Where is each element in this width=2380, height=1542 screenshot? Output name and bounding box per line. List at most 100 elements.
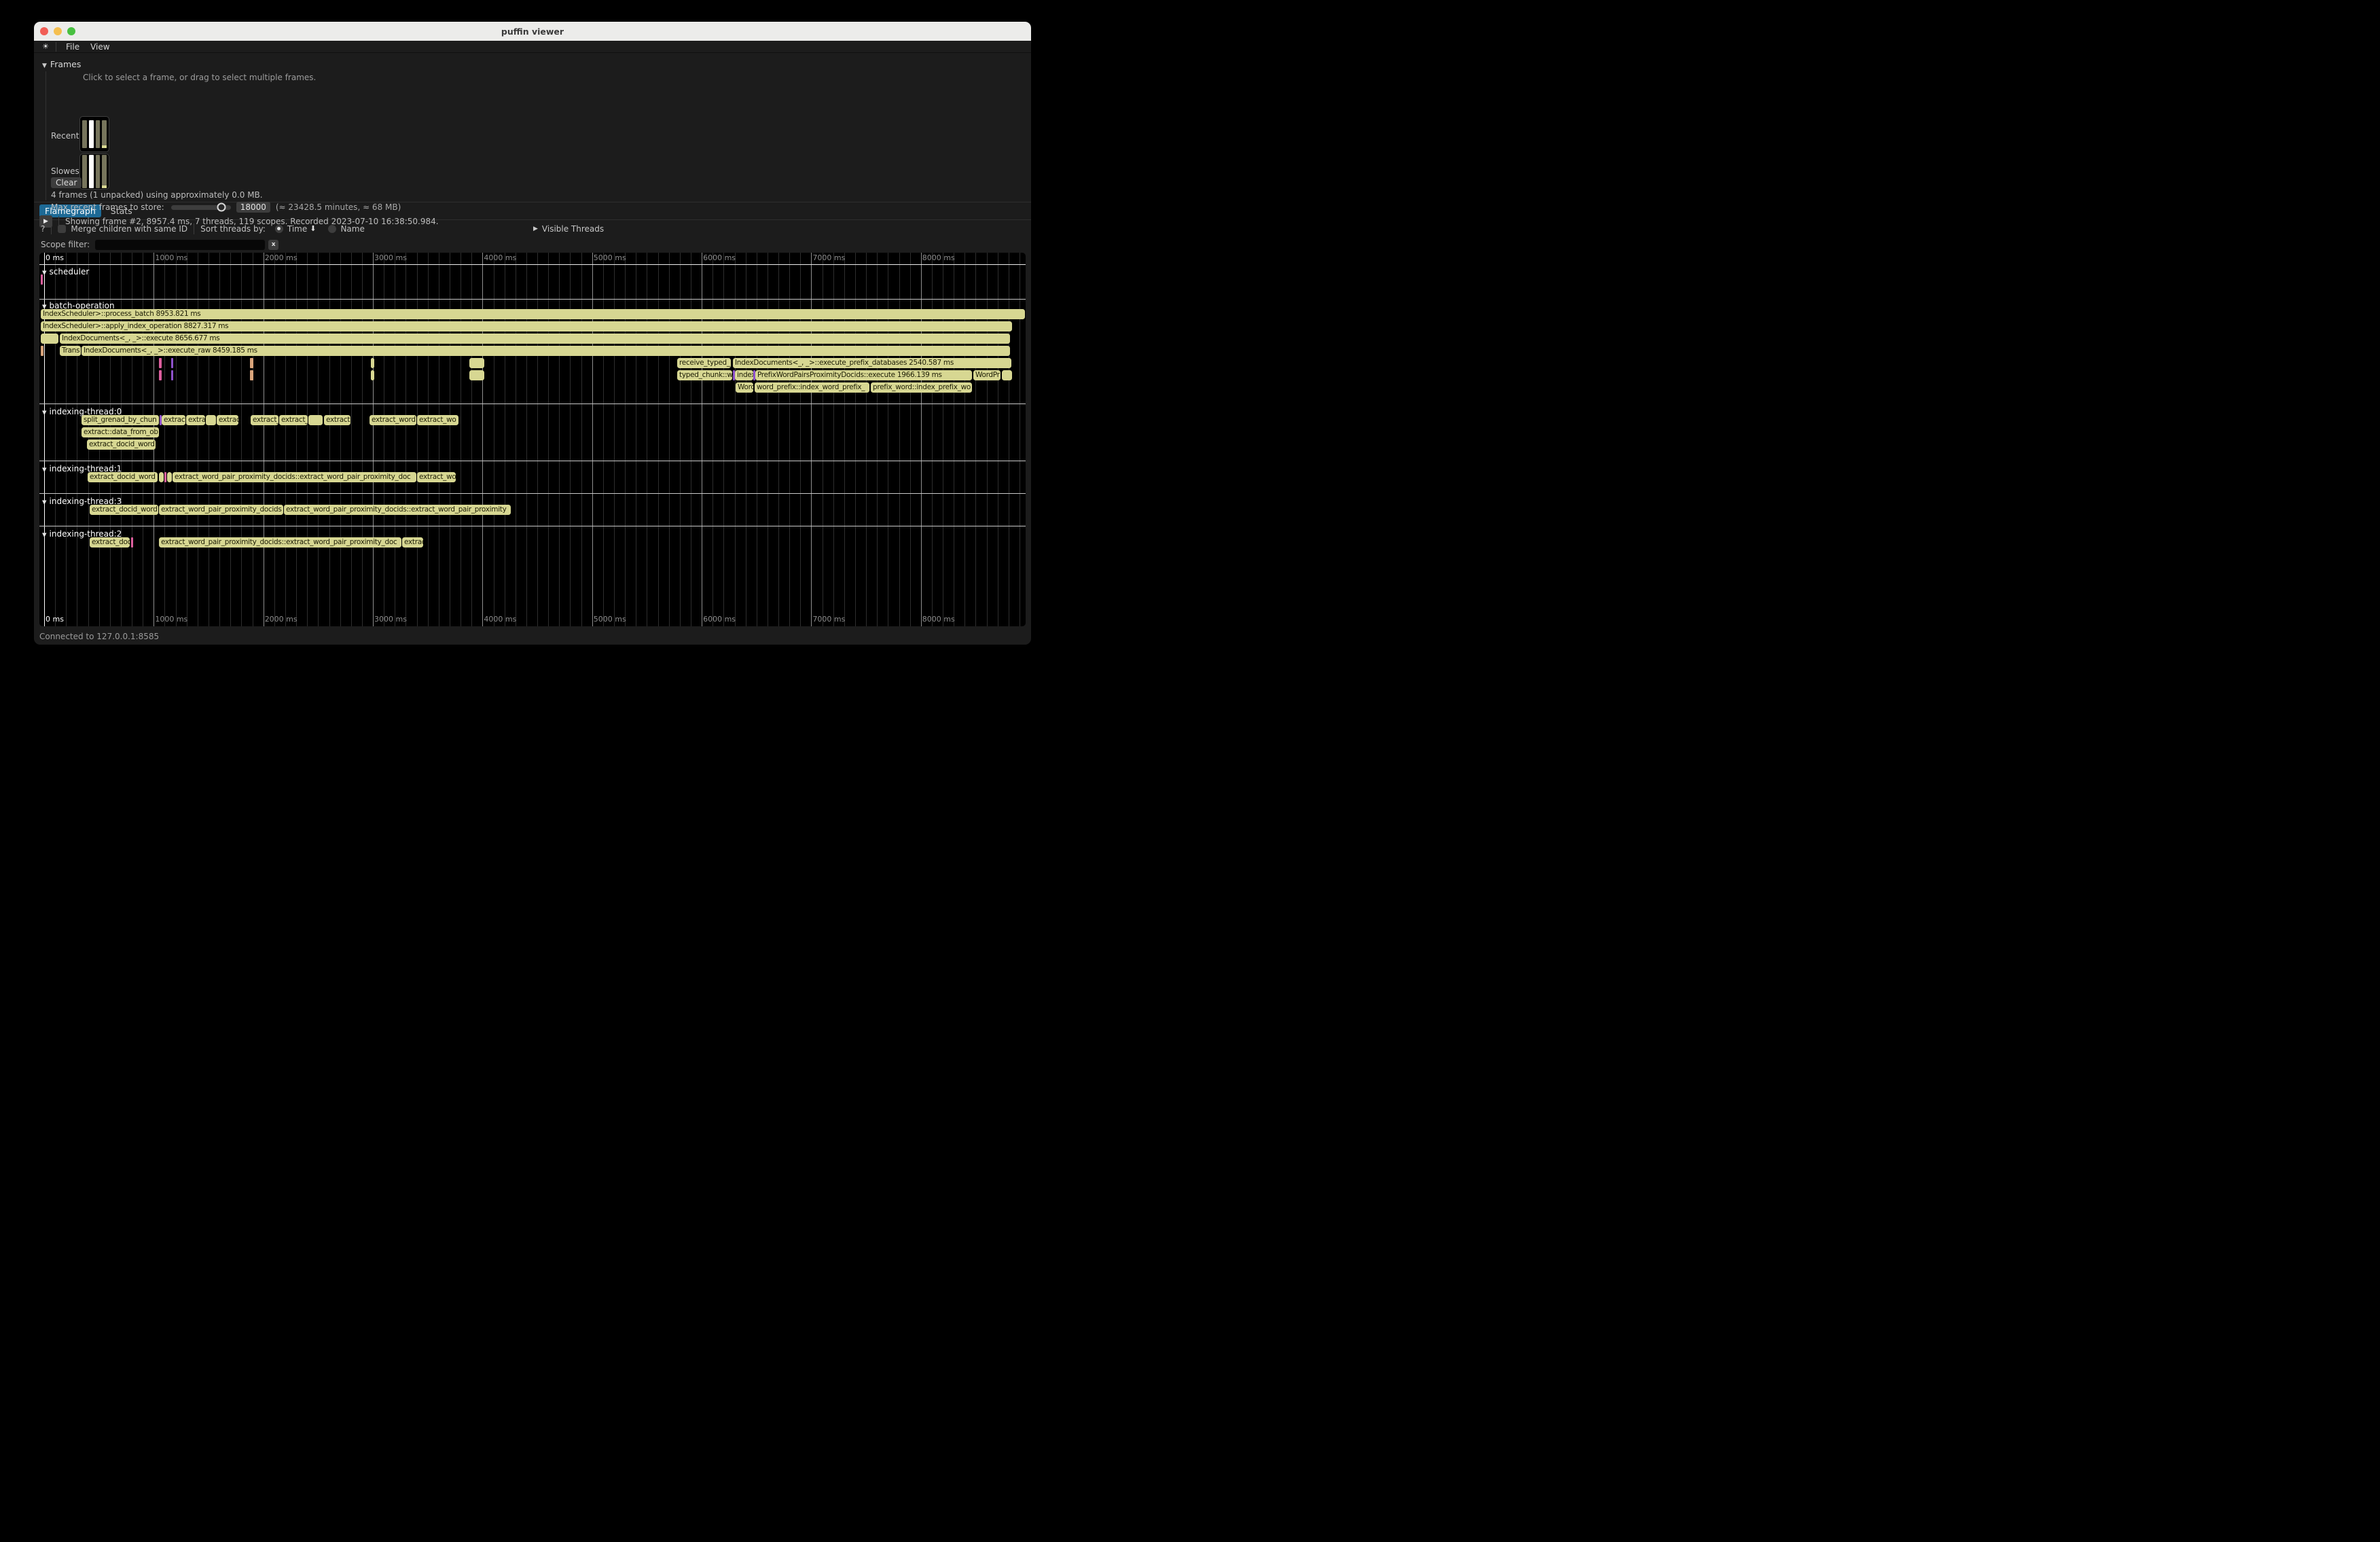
frame-bar[interactable] <box>96 155 101 188</box>
scope-bar[interactable]: extract_word_pair_proximity_docids <box>159 505 283 515</box>
scope-bar[interactable]: receive_typed_ <box>677 358 731 368</box>
scope-bar[interactable]: extract_word <box>369 415 416 425</box>
flamegraph-canvas[interactable]: 0 ms1000 ms2000 ms3000 ms4000 ms5000 ms6… <box>39 253 1026 626</box>
max-frames-value[interactable]: 18000 <box>236 202 270 213</box>
scope-bar[interactable]: IndexScheduler>::apply_index_operation 8… <box>41 321 1012 331</box>
frames-collapse-header[interactable]: ▼Frames <box>42 59 81 69</box>
scope-bar[interactable] <box>371 370 374 380</box>
scope-bar[interactable] <box>250 370 253 380</box>
sort-time-radio[interactable] <box>275 225 283 233</box>
scope-bar[interactable] <box>159 472 164 482</box>
clear-filter-button[interactable]: x <box>268 240 278 250</box>
scope-bar[interactable] <box>171 358 173 368</box>
visible-threads-header[interactable]: ▶Visible Threads <box>533 224 604 234</box>
frame-bar[interactable] <box>102 155 107 188</box>
time-tick-label: 6000 ms <box>703 615 736 624</box>
sort-time-label[interactable]: Time <box>287 224 307 234</box>
thread-header-scheduler[interactable]: ▼scheduler <box>42 267 89 276</box>
time-axis-bottom: 0 ms1000 ms2000 ms3000 ms4000 ms5000 ms6… <box>39 615 1026 625</box>
collapse-triangle-icon: ▼ <box>42 467 47 473</box>
scope-bar[interactable]: extract <box>324 415 350 425</box>
scope-bar[interactable] <box>250 358 253 368</box>
scope-bar[interactable]: typed_chunk::w <box>677 370 732 380</box>
menu-bar: ☀ File View <box>34 41 1031 53</box>
scope-bar[interactable] <box>41 274 43 285</box>
scope-bar[interactable]: IndexDocuments<_, _>::execute 8656.677 m… <box>60 334 1010 344</box>
scope-bar[interactable]: extract::data_from_ob <box>82 427 159 437</box>
scope-bar[interactable] <box>159 358 162 368</box>
scope-bar[interactable]: extract_word_pair_proximity_docids::extr… <box>173 472 416 482</box>
scope-bar[interactable] <box>371 358 374 368</box>
scope-bar[interactable] <box>469 358 484 368</box>
scope-bar[interactable]: extrac <box>402 537 423 548</box>
scope-bar[interactable]: extract_docid_word <box>90 505 158 515</box>
scope-bar[interactable]: extract_word_pair_proximity_docids::extr… <box>284 505 511 515</box>
scope-bar[interactable]: extract <box>162 415 185 425</box>
slider-handle[interactable] <box>217 203 226 212</box>
scope-bar[interactable] <box>164 472 166 482</box>
sort-name-label[interactable]: Name <box>340 224 364 234</box>
frame-bar[interactable] <box>96 120 101 148</box>
scope-bar[interactable]: extract_doc <box>90 537 130 548</box>
scope-filter-input[interactable] <box>95 240 265 250</box>
scope-bar[interactable] <box>131 537 133 548</box>
scope-bar[interactable]: PrefixWordPairsProximityDocids::execute … <box>755 370 972 380</box>
time-tick-label: 0 ms <box>46 615 64 624</box>
window-title: puffin viewer <box>34 26 1031 37</box>
scope-bar[interactable] <box>159 370 162 380</box>
scope-bar[interactable] <box>308 415 323 425</box>
slowest-frames-thumbnail[interactable] <box>79 154 109 190</box>
clear-button[interactable]: Clear <box>51 177 82 188</box>
max-frames-slider[interactable] <box>171 205 231 210</box>
merge-children-checkbox[interactable] <box>58 225 66 233</box>
section-divider <box>39 493 1026 494</box>
scope-bar[interactable]: prefix_word::index_prefix_wo <box>871 382 972 393</box>
menu-file[interactable]: File <box>60 42 85 52</box>
scope-bar[interactable] <box>469 370 484 380</box>
scope-bar[interactable]: extra <box>186 415 205 425</box>
frame-bar[interactable] <box>102 120 107 148</box>
frame-bar-selected[interactable] <box>89 155 94 188</box>
scope-bar[interactable]: split_grenad_by_chun <box>82 415 159 425</box>
frames-hint: Click to select a frame, or drag to sele… <box>83 73 316 82</box>
scope-bar[interactable]: extrac <box>217 415 238 425</box>
scope-bar[interactable]: IndexScheduler>::process_batch 8953.821 … <box>41 309 1025 319</box>
scope-bar[interactable] <box>41 346 43 356</box>
section-divider <box>39 264 1026 265</box>
merge-children-label: Merge children with same ID <box>71 224 187 234</box>
scope-bar[interactable] <box>41 334 58 344</box>
theme-toggle-icon[interactable]: ☀ <box>39 42 52 51</box>
scope-bar[interactable]: extract_ <box>279 415 308 425</box>
scope-bar[interactable]: Word <box>736 382 753 393</box>
scope-bar[interactable] <box>206 415 216 425</box>
collapse-triangle-icon: ▼ <box>42 62 47 69</box>
scope-bar[interactable]: Trans <box>60 346 81 356</box>
time-tick-label: 4000 ms <box>484 253 516 262</box>
menu-view[interactable]: View <box>85 42 115 52</box>
scope-bar[interactable]: word_prefix::index_word_prefix_ <box>755 382 869 393</box>
frame-bar[interactable] <box>82 155 87 188</box>
frame-bar[interactable] <box>82 120 87 148</box>
scope-bar[interactable]: extract_wo <box>417 472 456 482</box>
scope-bar[interactable]: extract_word_pair_proximity_docids::extr… <box>159 537 401 548</box>
scope-bar[interactable] <box>1002 370 1012 380</box>
frame-bar-selected[interactable] <box>89 120 94 148</box>
sort-name-radio[interactable] <box>328 225 336 233</box>
recent-frames-thumbnail[interactable] <box>79 116 109 152</box>
scope-bar[interactable]: IndexDocuments<_, _>::execute_prefix_dat… <box>733 358 1011 368</box>
sort-direction-icon[interactable]: ⬇ <box>310 224 316 233</box>
scope-bar[interactable]: extract_ <box>251 415 278 425</box>
scope-bar[interactable]: extract_wo <box>417 415 458 425</box>
collapsed-triangle-icon: ▶ <box>533 226 538 232</box>
scope-bar[interactable]: index <box>735 370 753 380</box>
scope-bar[interactable] <box>171 370 173 380</box>
recent-label: Recent: <box>51 131 82 141</box>
scope-bar[interactable]: extract_docid_word <box>88 472 158 482</box>
scope-bar[interactable]: IndexDocuments<_, _>::execute_raw 8459.1… <box>82 346 1010 356</box>
scope-bar[interactable]: extract_docid_word <box>87 440 156 450</box>
max-frames-detail: (≈ 23428.5 minutes, ≈ 68 MB) <box>276 202 401 212</box>
scope-bar[interactable]: WordPr <box>973 370 1000 380</box>
help-button[interactable]: ? <box>41 224 45 234</box>
scope-bar[interactable] <box>167 472 172 482</box>
frames-info-text: 4 frames (1 unpacked) using approximatel… <box>51 190 263 200</box>
